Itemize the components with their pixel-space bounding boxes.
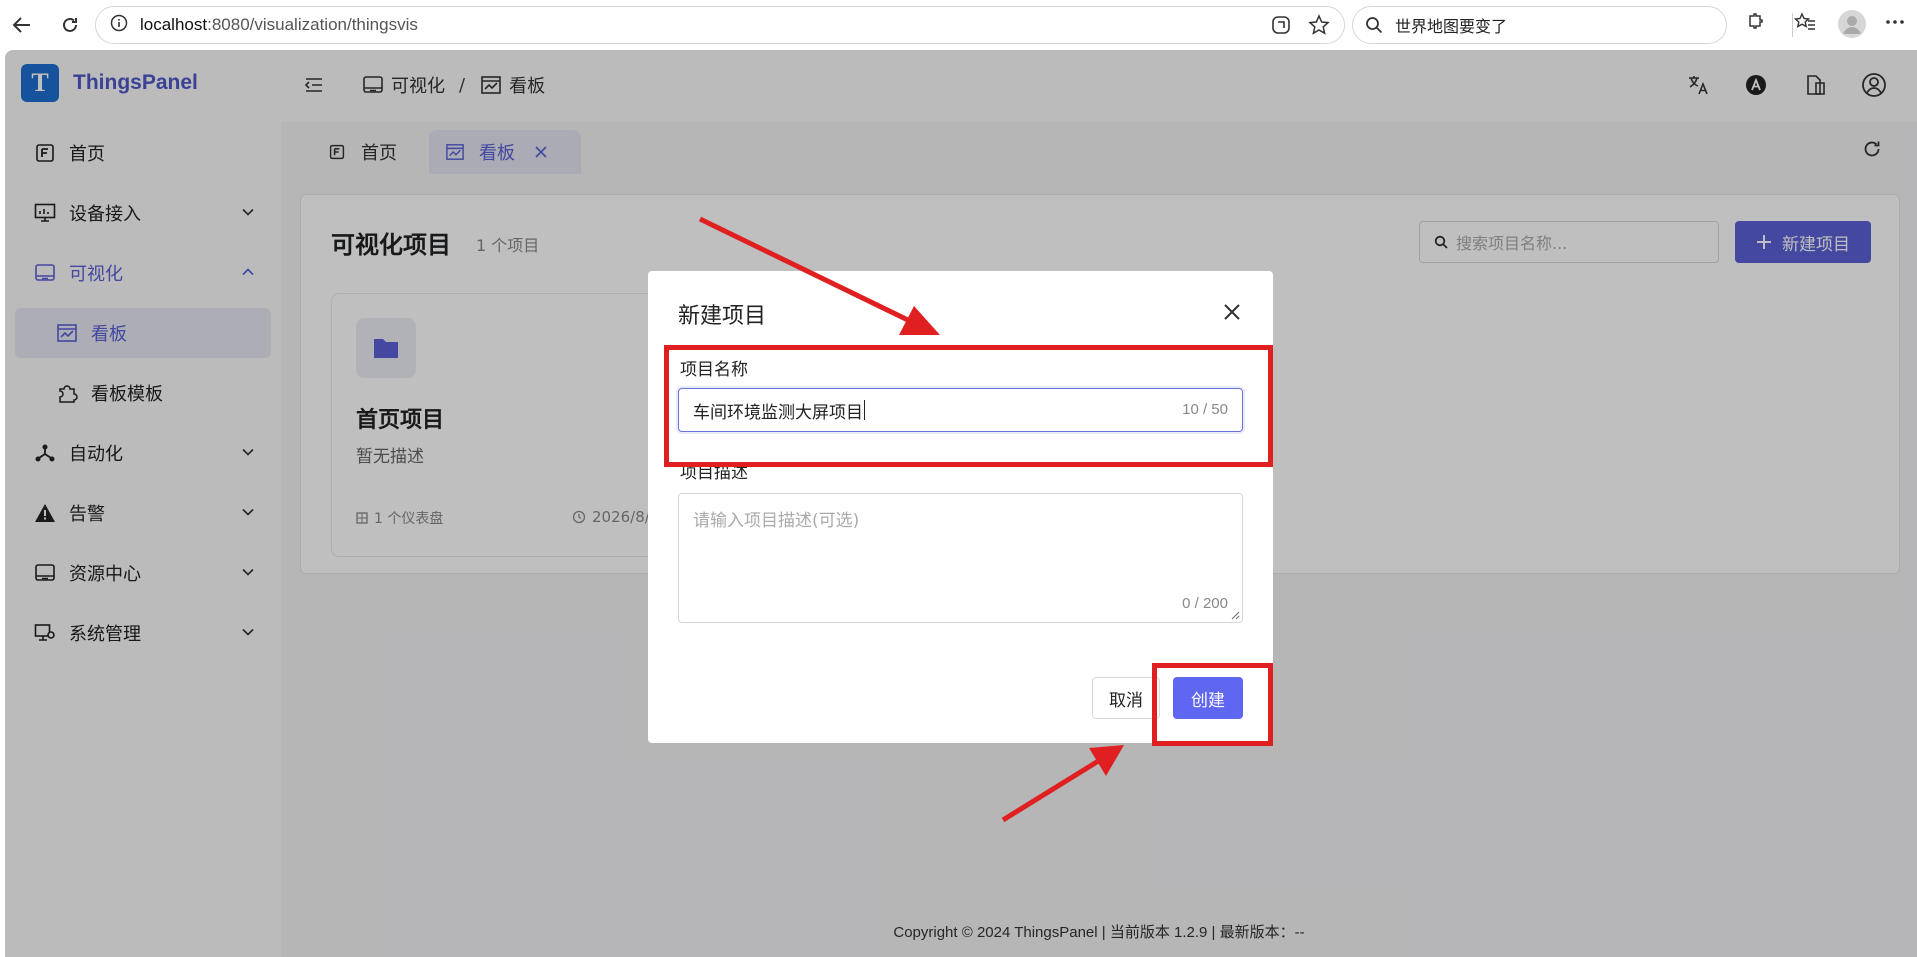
reload-icon[interactable] bbox=[58, 13, 82, 37]
close-icon[interactable] bbox=[1221, 301, 1243, 323]
browser-toolbar: localhost:8080/visualization/thingsvis 世… bbox=[0, 0, 1917, 50]
annotation-box-create-button bbox=[1152, 663, 1273, 746]
resize-grip-icon[interactable] bbox=[1230, 610, 1240, 620]
browser-search-text: 世界地图要变了 bbox=[1395, 17, 1508, 36]
back-icon[interactable] bbox=[10, 13, 34, 37]
avatar[interactable] bbox=[1838, 10, 1866, 42]
search-icon bbox=[1366, 17, 1383, 34]
dialog-title: 新建项目 bbox=[678, 304, 767, 329]
more-icon[interactable] bbox=[1884, 11, 1906, 37]
info-icon[interactable] bbox=[110, 14, 128, 36]
extensions-icon[interactable] bbox=[1744, 11, 1766, 37]
favorites-icon[interactable] bbox=[1793, 11, 1816, 37]
description-char-count: 0 / 200 bbox=[1182, 595, 1228, 612]
favorite-star-icon[interactable] bbox=[1308, 14, 1330, 40]
address-bar[interactable]: localhost:8080/visualization/thingsvis bbox=[95, 6, 1345, 44]
cancel-button[interactable]: 取消 bbox=[1092, 677, 1160, 719]
project-description-textarea[interactable]: 请输入项目描述(可选) 0 / 200 bbox=[678, 493, 1243, 623]
annotation-box-name-field bbox=[664, 345, 1273, 467]
browser-search-box[interactable]: 世界地图要变了 bbox=[1352, 6, 1727, 44]
copilot-icon[interactable] bbox=[1270, 14, 1292, 40]
divider bbox=[1792, 11, 1793, 37]
description-placeholder: 请输入项目描述(可选) bbox=[693, 511, 860, 531]
url-text: localhost:8080/visualization/thingsvis bbox=[140, 15, 418, 34]
